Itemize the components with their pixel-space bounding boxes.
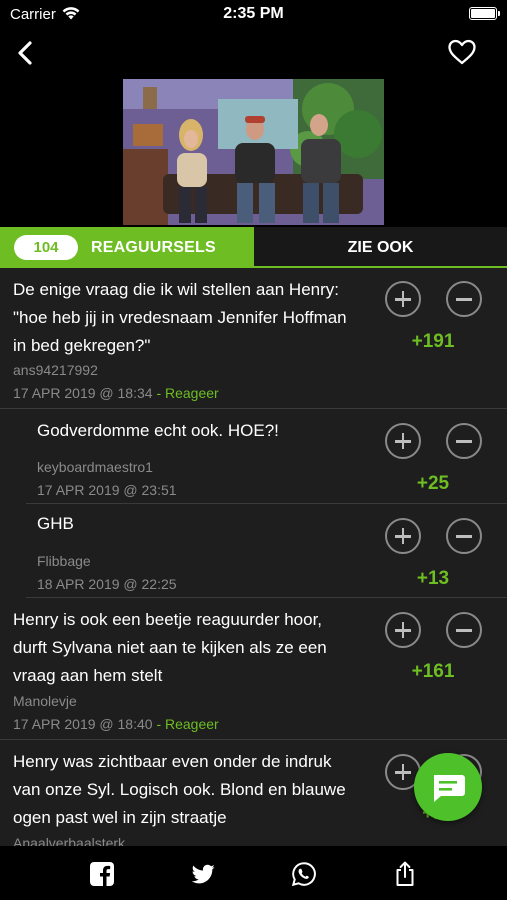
- comment-author: Manolevje: [13, 693, 77, 709]
- comment-author: Flibbage: [37, 553, 91, 569]
- downvote-button[interactable]: [446, 518, 482, 554]
- downvote-button[interactable]: [446, 612, 482, 648]
- share-facebook-button[interactable]: [89, 861, 115, 887]
- upvote-button[interactable]: [385, 518, 421, 554]
- comment-text: De enige vraag die ik wil stellen aan He…: [13, 276, 347, 360]
- back-button[interactable]: [12, 36, 44, 70]
- downvote-button[interactable]: [446, 423, 482, 459]
- battery-icon: [469, 7, 500, 20]
- comment-date: 18 APR 2019 @ 22:25: [37, 576, 177, 592]
- comment-date: 17 APR 2019 @ 23:51: [37, 482, 177, 498]
- share-whatsapp-button[interactable]: [291, 861, 317, 887]
- heart-outline-icon: [448, 39, 476, 65]
- reply-link[interactable]: - Reageer: [156, 716, 218, 732]
- comment-text: GHB: [37, 510, 74, 538]
- comment-text-line: Henry is ook een beetje reaguurder hoor,: [13, 610, 323, 629]
- comment-tabs: 104 REAGUURSELS ZIE OOK: [0, 227, 507, 268]
- share-bar: [0, 846, 507, 900]
- upvote-button[interactable]: [385, 423, 421, 459]
- reply-item: Godverdomme echt ook. HOE?! keyboardmaes…: [26, 409, 507, 504]
- clock: 2:35 PM: [223, 5, 284, 22]
- share-more-button[interactable]: [392, 861, 418, 887]
- tab-reaguursels[interactable]: 104 REAGUURSELS: [0, 227, 254, 268]
- comment-text: Henry is ook een beetje reaguurder hoor,…: [13, 606, 327, 690]
- comment-item: De enige vraag die ik wil stellen aan He…: [0, 268, 507, 409]
- comment-text-line: ogen past wel in zijn straatje: [13, 808, 227, 827]
- comment-text-line: De enige vraag die ik wil stellen aan He…: [13, 280, 340, 299]
- reply-item: GHB Flibbage 18 APR 2019 @ 22:25 +13: [26, 504, 507, 598]
- comment-text-line: Henry was zichtbaar even onder de indruk: [13, 752, 332, 771]
- comment-text-line: vraag aan hem stelt: [13, 666, 163, 685]
- comment-item: Henry is ook een beetje reaguurder hoor,…: [0, 598, 507, 740]
- comment-date: 17 APR 2019 @ 18:34: [13, 385, 153, 401]
- comment-author: ans94217992: [13, 362, 98, 378]
- comment-text-line: GHB: [37, 514, 74, 533]
- share-twitter-button[interactable]: [190, 861, 216, 887]
- comment-score: +25: [416, 473, 450, 494]
- upvote-button[interactable]: [385, 612, 421, 648]
- chevron-left-icon: [18, 41, 32, 65]
- share-icon: [396, 861, 414, 886]
- comment-text-line: "hoe heb jij in vredesnaam Jennifer Hoff…: [13, 308, 347, 327]
- comment-author: keyboardmaestro1: [37, 459, 153, 475]
- facebook-icon: [90, 862, 114, 886]
- comment-date: 17 APR 2019 @ 18:40: [13, 716, 153, 732]
- chat-bubble-icon: [434, 775, 465, 802]
- comment-text-line: durft Sylvana niet aan te kijken als ze …: [13, 638, 327, 657]
- video-scene-image: [123, 79, 384, 225]
- tab-reaguursels-label: REAGUURSELS: [91, 239, 216, 256]
- comment-score: +13: [416, 568, 450, 589]
- upvote-button[interactable]: [385, 281, 421, 317]
- comment-score: +191: [411, 331, 455, 352]
- comment-text-line: Godverdomme echt ook. HOE?!: [37, 421, 279, 440]
- tab-zie-ook[interactable]: ZIE OOK: [254, 227, 507, 268]
- tab-zie-ook-label: ZIE OOK: [347, 239, 414, 256]
- comment-text: Henry was zichtbaar even onder de indruk…: [13, 748, 346, 832]
- comment-author: Anaalverbaalsterk: [13, 835, 126, 846]
- whatsapp-icon: [291, 862, 316, 887]
- write-comment-button[interactable]: [414, 753, 482, 821]
- favorite-button[interactable]: [447, 38, 477, 66]
- comment-date-row: 17 APR 2019 @ 18:40 - Reageer: [13, 716, 219, 732]
- comment-text-line: in bed gekregen?": [13, 336, 151, 355]
- comment-date-row: 17 APR 2019 @ 18:34 - Reageer: [13, 385, 219, 401]
- comment-text-line: van onze Syl. Logisch ook. Blond en blau…: [13, 780, 346, 799]
- reply-link[interactable]: - Reageer: [156, 385, 218, 401]
- comment-text: Godverdomme echt ook. HOE?!: [37, 417, 279, 445]
- status-bar: Carrier 2:35 PM: [0, 0, 507, 30]
- comment-count-badge: 104: [14, 235, 78, 260]
- video-thumbnail[interactable]: [123, 79, 384, 225]
- twitter-icon: [191, 864, 215, 884]
- comment-score: +161: [411, 661, 455, 682]
- downvote-button[interactable]: [446, 281, 482, 317]
